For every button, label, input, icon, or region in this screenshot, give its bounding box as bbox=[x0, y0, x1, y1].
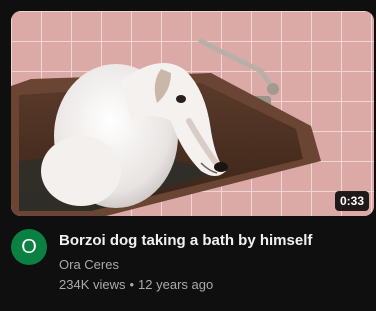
video-card[interactable]: 0:33 O Borzoi dog taking a bath by himse… bbox=[0, 0, 376, 311]
thumbnail-image bbox=[11, 11, 374, 216]
channel-name[interactable]: Ora Ceres bbox=[59, 256, 119, 274]
stats-separator: • bbox=[129, 277, 135, 292]
channel-avatar[interactable]: O bbox=[11, 229, 47, 265]
view-count: 234K views bbox=[59, 277, 126, 292]
video-details: Borzoi dog taking a bath by himself Ora … bbox=[59, 230, 359, 294]
video-thumbnail[interactable]: 0:33 bbox=[11, 11, 374, 216]
upload-age: 12 years ago bbox=[138, 277, 214, 292]
video-stats: 234K views • 12 years ago bbox=[59, 276, 359, 294]
video-title[interactable]: Borzoi dog taking a bath by himself bbox=[59, 230, 359, 251]
avatar-letter: O bbox=[21, 235, 37, 258]
duration-badge: 0:33 bbox=[334, 191, 369, 211]
